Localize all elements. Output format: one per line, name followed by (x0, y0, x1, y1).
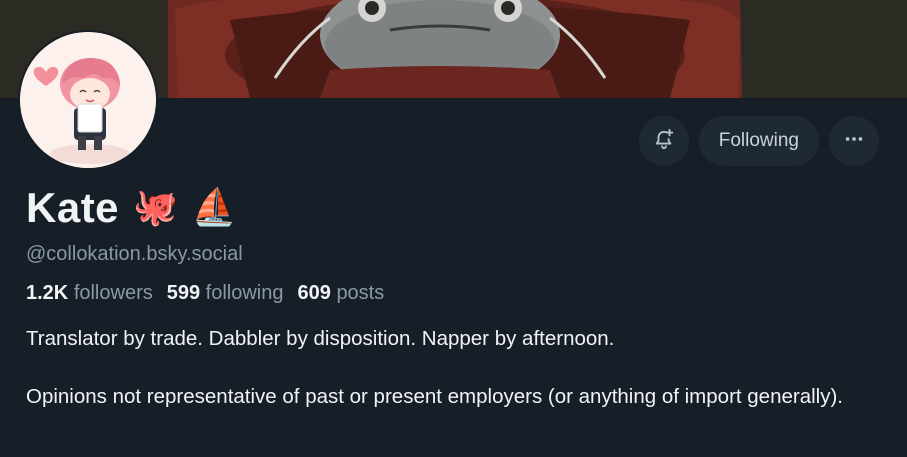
avatar[interactable] (18, 30, 158, 170)
sailboat-emoji: ⛵ (191, 187, 237, 228)
profile-stats: 1.2K followers 599 following 609 posts (26, 282, 384, 305)
more-options-button[interactable] (829, 116, 879, 166)
posts-count: 609 (297, 282, 331, 304)
ellipsis-icon (843, 128, 865, 155)
notify-button[interactable] (638, 116, 689, 166)
avatar-image (20, 32, 156, 168)
profile-actions: Following (638, 116, 879, 166)
following-count: 599 (166, 282, 201, 304)
octopus-emoji: 🐙 (133, 187, 178, 228)
posts-stat: 609 posts (298, 282, 385, 305)
followers-count: 1.2K (26, 282, 69, 304)
following-label: Following (718, 130, 799, 151)
following-stat[interactable]: 599 following (167, 282, 284, 305)
posts-label: posts (336, 282, 385, 304)
followers-stat[interactable]: 1.2K followers (26, 282, 153, 305)
profile-handle[interactable]: @collokation.bsky.social (26, 243, 243, 266)
following-stat-label: following (205, 282, 284, 304)
followers-label: followers (73, 282, 153, 304)
display-name-row: Kate 🐙 ⛵ (26, 184, 237, 232)
profile-bio: Translator by trade. Dabbler by disposit… (26, 324, 886, 411)
following-button[interactable]: Following (698, 116, 819, 166)
bio-line-1: Translator by trade. Dabbler by disposit… (26, 327, 615, 350)
display-name: Kate (26, 184, 120, 231)
bell-plus-icon (653, 128, 675, 155)
bio-line-2: Opinions not representative of past or p… (26, 385, 843, 408)
